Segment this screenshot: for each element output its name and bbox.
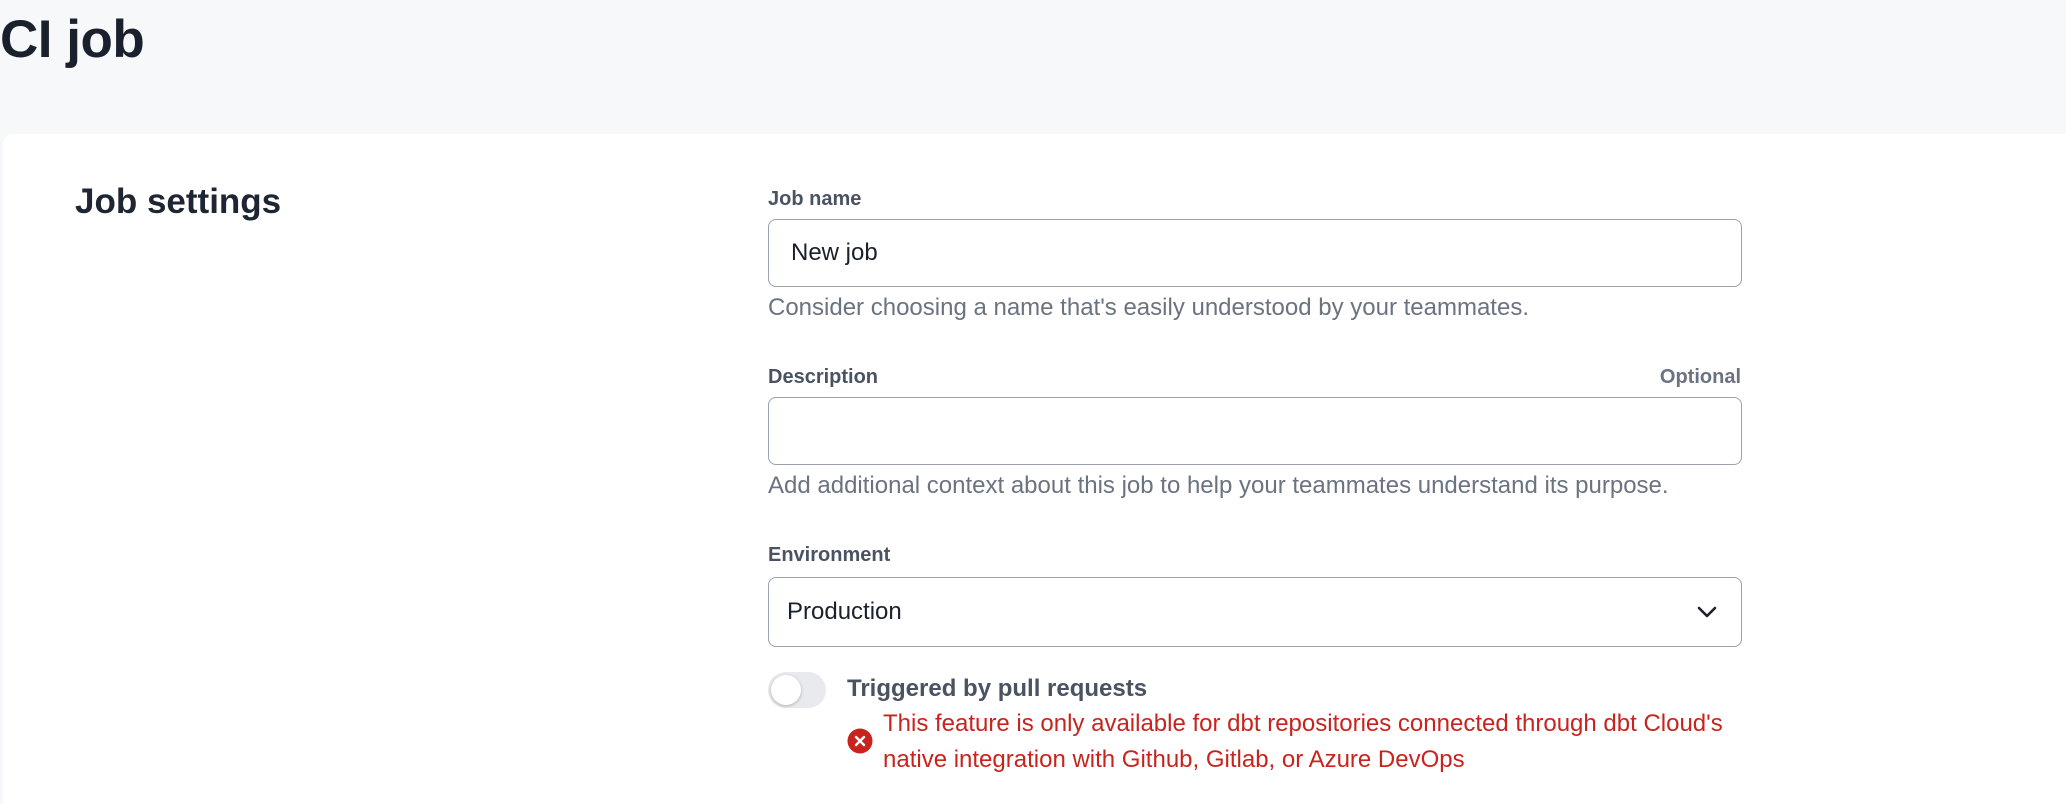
job-settings-card: Job settings Job name Consider choosing … <box>3 134 2066 804</box>
page-header: CI job <box>0 0 2066 134</box>
section-title: Job settings <box>75 182 282 221</box>
chevron-down-icon <box>1697 606 1717 618</box>
environment-select[interactable]: Production <box>768 577 1742 647</box>
error-circle-icon <box>847 728 873 754</box>
pull-request-trigger-toggle[interactable] <box>768 672 826 708</box>
page-title: CI job <box>0 10 145 69</box>
environment-selected-value: Production <box>787 598 902 625</box>
job-name-input[interactable] <box>768 219 1742 287</box>
optional-label: Optional <box>1659 366 1741 388</box>
description-label: Description <box>768 366 879 388</box>
toggle-knob <box>771 675 801 705</box>
pull-request-trigger-label: Triggered by pull requests <box>847 675 1148 702</box>
job-name-help: Consider choosing a name that's easily u… <box>768 294 1529 321</box>
pull-request-trigger-error: This feature is only available for dbt r… <box>883 710 1723 773</box>
environment-label: Environment <box>768 544 891 566</box>
job-name-label: Job name <box>768 188 862 210</box>
description-input[interactable] <box>768 397 1742 465</box>
description-help: Add additional context about this job to… <box>768 472 1669 499</box>
